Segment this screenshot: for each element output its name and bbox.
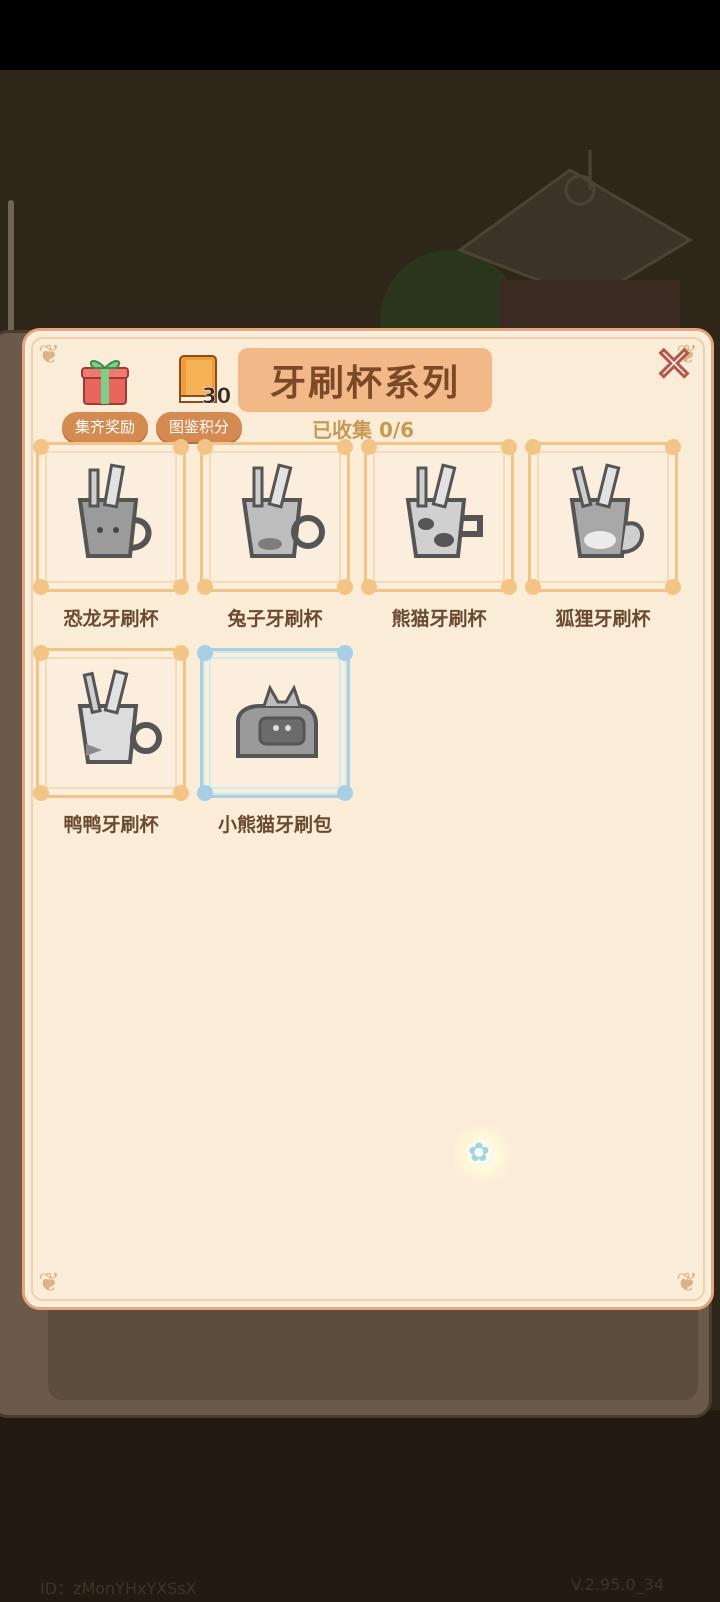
player-id: ID：zMonYHxYXSsX — [40, 1579, 197, 1598]
item-card-red-panda-bag[interactable] — [197, 645, 353, 801]
rabbit-cup-icon — [241, 463, 325, 558]
item-card-dinosaur-cup[interactable] — [33, 439, 189, 595]
codex-points-button[interactable]: 30 图鉴积分 — [156, 350, 242, 446]
item-card-rabbit-cup[interactable] — [197, 439, 353, 595]
item-card-duck-cup[interactable] — [33, 645, 189, 801]
background-floor — [0, 1410, 720, 1602]
item-name: 兔子牙刷杯 — [227, 608, 323, 630]
item-name: 鸭鸭牙刷杯 — [63, 814, 159, 836]
red-panda-bag-icon — [236, 684, 318, 758]
series-title: 牙刷杯系列 — [269, 363, 460, 404]
item-name: 恐龙牙刷杯 — [63, 608, 159, 630]
item-name: 狐狸牙刷杯 — [555, 608, 651, 630]
version-text: V.2.95.0_34 — [570, 1575, 664, 1594]
item-card-panda-cup[interactable] — [361, 439, 517, 595]
gift-icon — [81, 360, 129, 405]
series-title-box: 牙刷杯系列 — [238, 348, 492, 412]
close-icon: ✕ — [653, 337, 695, 391]
collection-reward-label: 集齐奖励 — [62, 412, 148, 442]
close-button[interactable]: ✕ — [650, 337, 698, 391]
status-bar — [0, 0, 720, 70]
codex-points-count: 30 — [202, 384, 232, 409]
codex-points-label: 图鉴积分 — [156, 412, 242, 442]
corner-ornament: ❦ — [676, 1268, 698, 1298]
item-name: 小熊猫牙刷包 — [217, 814, 332, 836]
corner-ornament: ❦ — [38, 1268, 60, 1298]
fox-cup-icon — [569, 463, 644, 558]
dinosaur-cup-icon — [77, 463, 152, 558]
collection-reward-button[interactable]: 集齐奖励 — [62, 350, 150, 446]
item-card-fox-cup[interactable] — [525, 439, 681, 595]
paw-touch-indicator: ✿ — [452, 1124, 512, 1184]
item-name: 熊猫牙刷杯 — [391, 608, 487, 630]
paw-icon: ✿ — [468, 1138, 490, 1168]
panda-cup-icon — [405, 463, 483, 558]
duck-cup-icon — [77, 669, 162, 764]
